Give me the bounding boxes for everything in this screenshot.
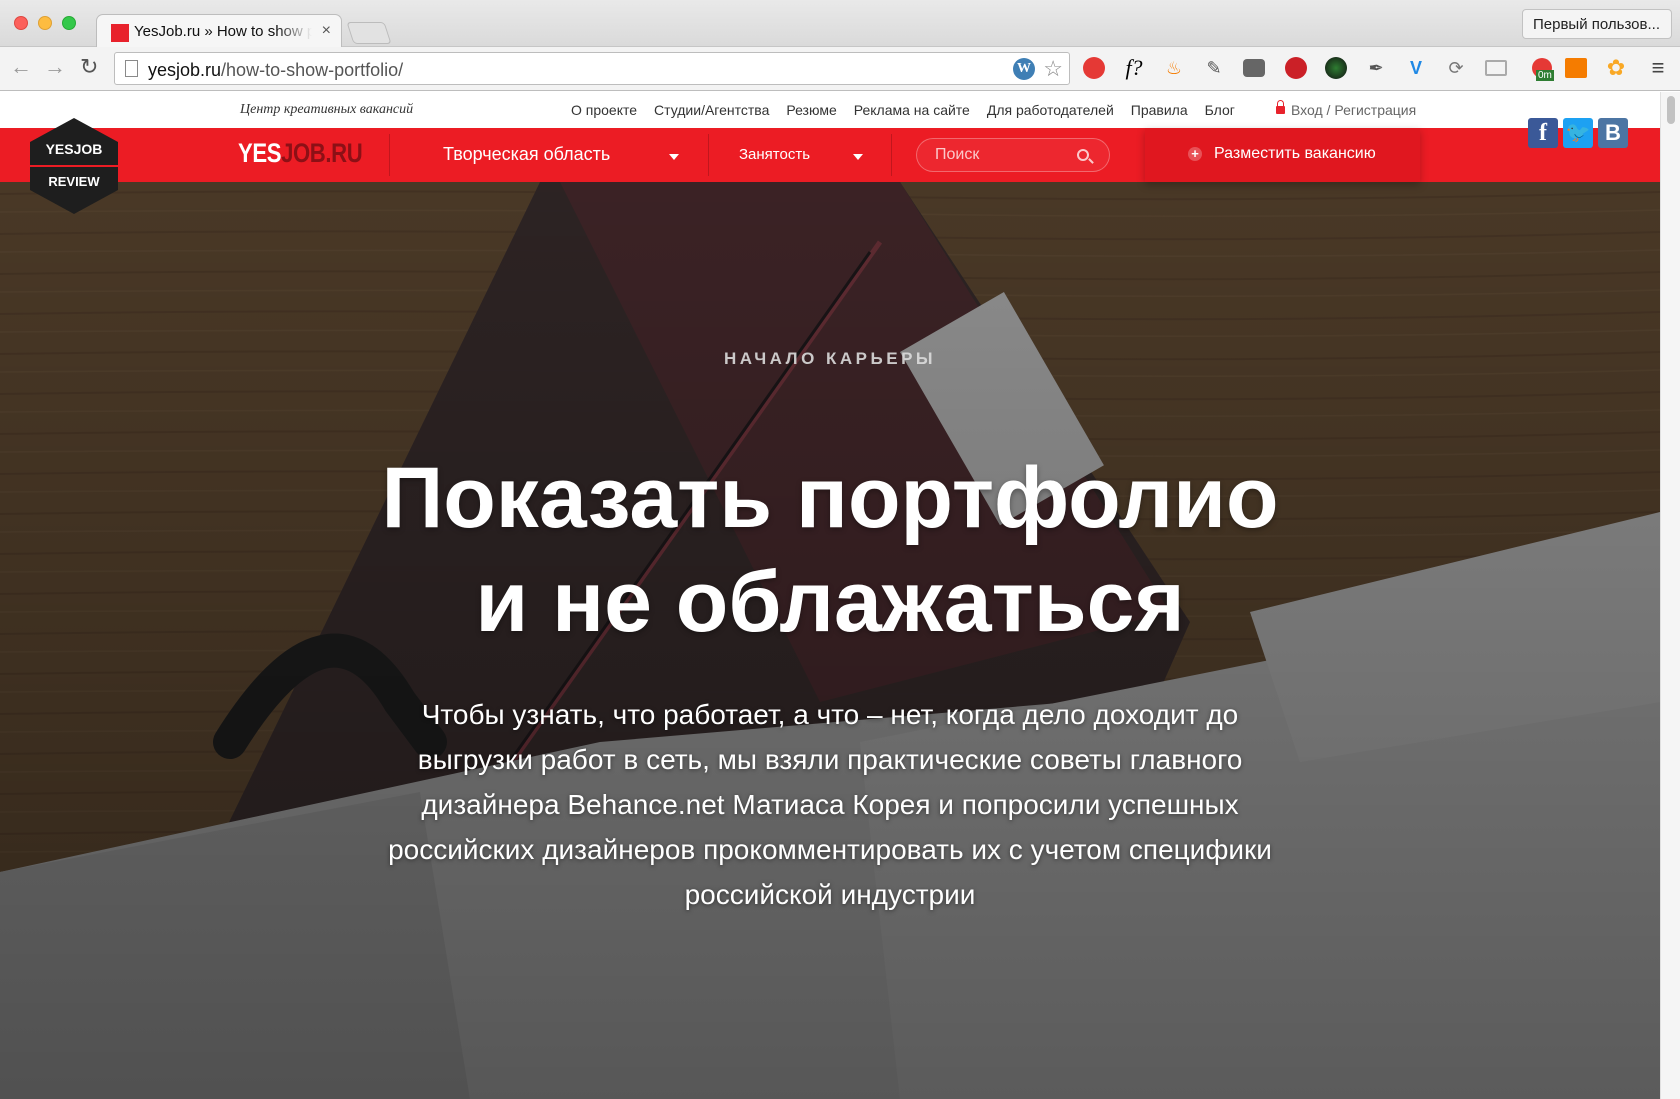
logo-rest: JOB.RU: [281, 138, 363, 168]
page-icon: [125, 60, 138, 77]
headline-line-2: и не облажаться: [475, 554, 1185, 650]
hero-headline: Показать портфолио и не облажаться: [0, 446, 1660, 654]
rss-icon[interactable]: 0m: [1528, 54, 1556, 82]
tab-title: YesJob.ru » How to show portfolio: [134, 23, 312, 40]
twitter-icon[interactable]: 🐦: [1563, 118, 1593, 148]
pocket-icon[interactable]: [1240, 54, 1268, 82]
fontface-icon[interactable]: f?: [1120, 54, 1148, 82]
nav-item-about[interactable]: О проекте: [571, 102, 637, 118]
nav-item-blog[interactable]: Блог: [1205, 102, 1235, 118]
firebug-icon[interactable]: ♨: [1160, 54, 1188, 82]
main-navbar: YESJOB.RU Творческая область Занятость П…: [0, 128, 1660, 182]
hero-section: НАЧАЛО КАРЬЕРЫ Показать портфолио и не о…: [0, 182, 1660, 1099]
eyedropper-icon[interactable]: ✒: [1362, 54, 1390, 82]
new-tab-button[interactable]: [346, 22, 392, 44]
post-job-label: Разместить вакансию: [1214, 145, 1376, 162]
flower-icon[interactable]: ✿: [1602, 54, 1630, 82]
bookmark-star-icon[interactable]: ☆: [1043, 56, 1063, 82]
forward-button[interactable]: →: [44, 56, 66, 78]
url-text[interactable]: yesjob.ru/how-to-show-portfolio/: [148, 60, 403, 81]
navbar-divider: [891, 134, 892, 176]
badge-line-2: REVIEW: [48, 174, 100, 189]
navbar-divider: [708, 134, 709, 176]
site-tagline: Центр креативных вакансий: [240, 102, 414, 117]
login-link[interactable]: Вход / Регистрация: [1276, 100, 1417, 118]
scrollbar-thumb[interactable]: [1667, 96, 1675, 124]
navbar-divider: [389, 134, 390, 176]
window-close-button[interactable]: [14, 16, 28, 30]
chevron-down-icon: [853, 154, 863, 160]
plus-icon: +: [1188, 147, 1202, 161]
profile-button[interactable]: Первый пользов...: [1522, 9, 1672, 39]
logo-yes: YES: [238, 138, 282, 168]
yesjob-review-badge[interactable]: YESJOB REVIEW: [30, 118, 118, 214]
hero-kicker: НАЧАЛО КАРЬЕРЫ: [723, 349, 937, 368]
url-host: yesjob.ru: [148, 60, 222, 80]
menu-icon[interactable]: ≡: [1644, 54, 1672, 82]
badge-line-1: YESJOB: [46, 141, 103, 157]
top-bar: Центр креативных вакансий О проекте Студ…: [0, 92, 1680, 128]
login-label: Вход / Регистрация: [1291, 102, 1417, 118]
vk-icon[interactable]: B: [1598, 118, 1628, 148]
window-minimize-button[interactable]: [38, 16, 52, 30]
back-button[interactable]: ←: [10, 56, 32, 78]
nav-item-resume[interactable]: Резюме: [786, 102, 836, 118]
sync-icon[interactable]: ⟳: [1442, 54, 1470, 82]
colorzilla-icon[interactable]: [1322, 54, 1350, 82]
nav-item-employers[interactable]: Для работодателей: [987, 102, 1114, 118]
nav-item-rules[interactable]: Правила: [1131, 102, 1188, 118]
browser-toolbar: ← → ↻ yesjob.ru/how-to-show-portfolio/ W…: [0, 47, 1680, 91]
ext-badge: 0m: [1536, 70, 1554, 81]
chevron-down-icon: [669, 154, 679, 160]
page-scrollbar[interactable]: [1660, 92, 1680, 1099]
reader-icon[interactable]: [1482, 54, 1510, 82]
tab-close-icon[interactable]: ×: [322, 22, 331, 40]
browser-tabstrip: YesJob.ru » How to show portfolio × Перв…: [0, 0, 1680, 47]
reload-button[interactable]: ↻: [80, 56, 98, 78]
evernote-icon[interactable]: ✎: [1200, 54, 1228, 82]
hero-lead: Чтобы узнать, что работает, а что – нет,…: [388, 699, 1272, 910]
search-icon[interactable]: [1077, 149, 1089, 161]
search-placeholder: Поиск: [935, 146, 980, 163]
stats-icon[interactable]: [1562, 54, 1590, 82]
web-page: НАЧАЛО КАРЬЕРЫ Показать портфолио и не о…: [0, 92, 1680, 1099]
post-job-button[interactable]: + Разместить вакансию: [1145, 128, 1420, 182]
address-bar[interactable]: yesjob.ru/how-to-show-portfolio/ W ☆: [114, 52, 1070, 85]
creative-area-dropdown[interactable]: Творческая область: [443, 144, 610, 165]
browser-tab-active[interactable]: YesJob.ru » How to show portfolio ×: [96, 14, 342, 47]
wordpress-icon[interactable]: W: [1013, 58, 1035, 80]
favicon-icon: [111, 24, 129, 42]
lock-icon: [1276, 100, 1285, 114]
adblock-icon[interactable]: [1080, 54, 1108, 82]
vimium-icon[interactable]: V: [1402, 54, 1430, 82]
search-input[interactable]: Поиск: [916, 138, 1110, 172]
employment-dropdown[interactable]: Занятость: [739, 146, 810, 163]
facebook-icon[interactable]: f: [1528, 118, 1558, 148]
nav-item-studios[interactable]: Студии/Агентства: [654, 102, 769, 118]
window-zoom-button[interactable]: [62, 16, 76, 30]
nav-item-advertising[interactable]: Реклама на сайте: [854, 102, 970, 118]
site-logo[interactable]: YESJOB.RU: [238, 138, 363, 169]
top-navigation: О проекте Студии/Агентства Резюме Реклам…: [571, 102, 1235, 118]
headline-line-1: Показать портфолио: [381, 450, 1279, 546]
pinterest-icon[interactable]: [1282, 54, 1310, 82]
url-path: /how-to-show-portfolio/: [221, 60, 404, 80]
